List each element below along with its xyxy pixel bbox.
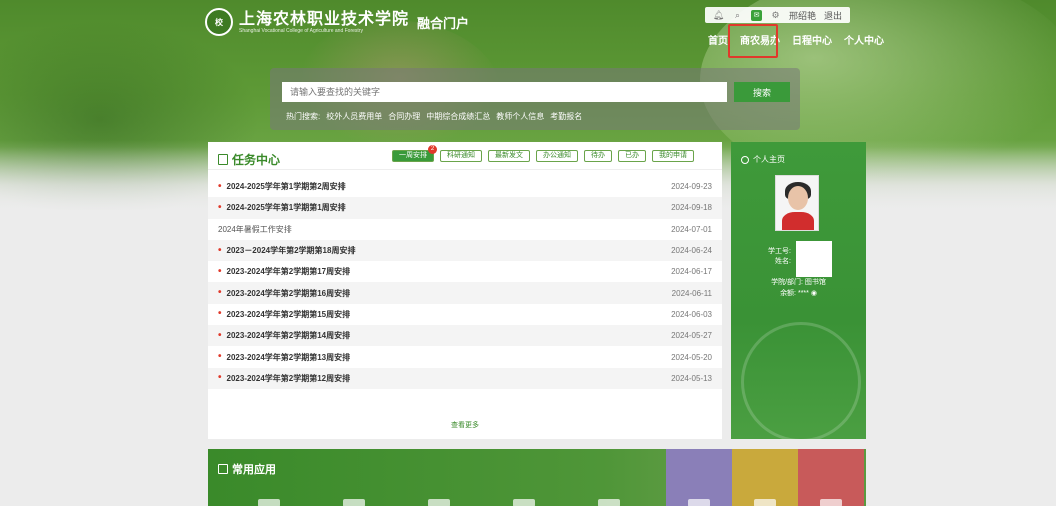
avatar bbox=[775, 175, 819, 231]
tab-research-notice[interactable]: 科研通知 bbox=[440, 150, 482, 162]
bullet-icon: • bbox=[218, 308, 222, 320]
app-tile[interactable] bbox=[258, 499, 280, 506]
task-row[interactable]: • 2024-2025学年第1学期第2周安排 2024-09-23 bbox=[208, 176, 722, 197]
highlight-annotation bbox=[728, 24, 778, 58]
task-list: • 2024-2025学年第1学期第2周安排 2024-09-23 • 2024-20… bbox=[208, 176, 722, 389]
view-more-link[interactable]: 查看更多 bbox=[208, 420, 722, 430]
app-tile[interactable] bbox=[428, 499, 450, 506]
portal-title: 融合门户 bbox=[417, 15, 470, 31]
task-row[interactable]: • 2023-2024学年第2学期第17周安排 2024-06-17 bbox=[208, 261, 722, 282]
staff-id-label: 学工号: bbox=[768, 248, 791, 255]
app-block-purple bbox=[666, 449, 732, 506]
college-seal-icon: 校 bbox=[205, 8, 233, 36]
message-icon[interactable]: ✉ bbox=[751, 9, 762, 21]
task-row[interactable]: • 2023-2024学年第2学期第13周安排 2024-05-20 bbox=[208, 346, 722, 367]
bullet-icon: • bbox=[218, 180, 222, 192]
task-row[interactable]: • 2023-2024学年第2学期第12周安排 2024-05-13 bbox=[208, 367, 722, 389]
nav-home[interactable]: 首页 bbox=[708, 32, 728, 47]
apps-title: 常用应用 bbox=[232, 464, 276, 476]
logo-english: Shanghai Vocational College of Agricultu… bbox=[239, 27, 363, 34]
task-row[interactable]: • 2023-2024学年第2学期第14周安排 2024-05-27 bbox=[208, 325, 722, 347]
hot-search-item[interactable]: 合同办理 bbox=[388, 111, 420, 122]
user-name-link[interactable]: 邢绍艳 bbox=[789, 9, 816, 22]
task-row[interactable]: • 2023-2024学年第2学期第16周安排 2024-06-11 bbox=[208, 282, 722, 304]
site-logo[interactable]: 校 上海农林职业技术学院 Shanghai Vocational College… bbox=[205, 8, 469, 36]
unread-badge: 2 bbox=[428, 145, 437, 154]
hot-searches: 热门搜索: 校外人员费用单 合同办理 中期综合成绩汇总 教师个人信息 考勤报名 bbox=[286, 111, 582, 122]
profile-panel: 个人主页 学工号: 姓名: 学院/部门: 图书馆 余额: **** ◉ bbox=[731, 142, 866, 439]
eye-icon[interactable]: ◉ bbox=[811, 290, 817, 297]
task-tabs: 一周安排 2 科研通知 最新发文 办公通知 待办 已办 我的申请 bbox=[392, 145, 694, 162]
app-block-yellow bbox=[732, 449, 798, 506]
task-row[interactable]: • 2024-2025学年第1学期第1周安排 2024-09-18 bbox=[208, 197, 722, 219]
common-apps-panel: 常用应用 bbox=[208, 449, 866, 506]
top-toolbar: 🔔︎ ⌕ ✉ ⚙ 邢绍艳 退出 bbox=[705, 7, 851, 23]
name-label: 姓名: bbox=[775, 258, 791, 265]
bullet-icon: • bbox=[218, 201, 222, 213]
bullet-icon: • bbox=[218, 287, 222, 299]
settings-icon[interactable]: ⚙ bbox=[770, 10, 781, 21]
search-button[interactable]: 搜索 bbox=[734, 82, 790, 102]
hot-search-item[interactable]: 教师个人信息 bbox=[496, 111, 544, 122]
task-row[interactable]: • 2023－2024学年第2学期第18周安排 2024-06-24 bbox=[208, 239, 722, 262]
logout-link[interactable]: 退出 bbox=[824, 9, 842, 22]
profile-title[interactable]: 个人主页 bbox=[741, 154, 785, 165]
tab-latest-docs[interactable]: 最新发文 bbox=[488, 150, 530, 162]
logo-name: 上海农林职业技术学院 bbox=[239, 8, 410, 28]
app-tile[interactable] bbox=[343, 499, 365, 506]
bullet-icon: • bbox=[218, 329, 222, 341]
document-icon bbox=[218, 154, 228, 165]
hot-search-item[interactable]: 校外人员费用单 bbox=[326, 111, 382, 122]
app-tile[interactable] bbox=[688, 499, 710, 506]
app-tile[interactable] bbox=[754, 499, 776, 506]
tab-my-applications[interactable]: 我的申请 bbox=[652, 150, 694, 162]
task-center-card: 任务中心 一周安排 2 科研通知 最新发文 办公通知 待办 已办 我的申请 • 2… bbox=[208, 142, 722, 439]
tab-done[interactable]: 已办 bbox=[618, 150, 646, 162]
balance-value: **** bbox=[797, 290, 809, 297]
nav-schedule-center[interactable]: 日程中心 bbox=[792, 32, 832, 47]
search-icon[interactable]: ⌕ bbox=[732, 10, 743, 21]
hot-search-item[interactable]: 中期综合成绩汇总 bbox=[426, 111, 490, 122]
app-tile[interactable] bbox=[598, 499, 620, 506]
tab-weekly-schedule[interactable]: 一周安排 2 bbox=[392, 145, 437, 162]
balance-line: 余额: **** ◉ bbox=[780, 290, 817, 297]
tab-office-notice[interactable]: 办公通知 bbox=[536, 150, 578, 162]
apps-grid-icon bbox=[218, 464, 228, 474]
redacted-block bbox=[796, 241, 832, 277]
bell-icon[interactable]: 🔔︎ bbox=[713, 10, 724, 21]
task-center-title: 任务中心 bbox=[232, 153, 281, 167]
task-center-header: 任务中心 一周安排 2 科研通知 最新发文 办公通知 待办 已办 我的申请 bbox=[208, 142, 722, 170]
tab-todo[interactable]: 待办 bbox=[584, 150, 612, 162]
search-input[interactable] bbox=[282, 82, 727, 102]
bullet-icon: • bbox=[218, 244, 222, 256]
hot-search-item[interactable]: 考勤报名 bbox=[550, 111, 582, 122]
nav-personal-center[interactable]: 个人中心 bbox=[844, 32, 884, 47]
app-block-red bbox=[798, 449, 864, 506]
bullet-icon: • bbox=[218, 265, 222, 277]
app-tile[interactable] bbox=[513, 499, 535, 506]
department-line: 学院/部门: 图书馆 bbox=[771, 279, 826, 286]
department-value: 图书馆 bbox=[804, 279, 826, 286]
college-seal-watermark bbox=[741, 322, 861, 439]
task-row[interactable]: 2024年暑假工作安排 2024-07-01 bbox=[208, 219, 722, 240]
search-panel: 搜索 热门搜索: 校外人员费用单 合同办理 中期综合成绩汇总 教师个人信息 考勤… bbox=[270, 68, 800, 130]
bullet-icon: • bbox=[218, 351, 222, 363]
user-icon bbox=[741, 155, 749, 164]
hot-search-label: 热门搜索: bbox=[286, 112, 321, 121]
task-row[interactable]: • 2023-2024学年第2学期第15周安排 2024-06-03 bbox=[208, 304, 722, 325]
app-tile[interactable] bbox=[820, 499, 842, 506]
bullet-icon: • bbox=[218, 372, 222, 384]
